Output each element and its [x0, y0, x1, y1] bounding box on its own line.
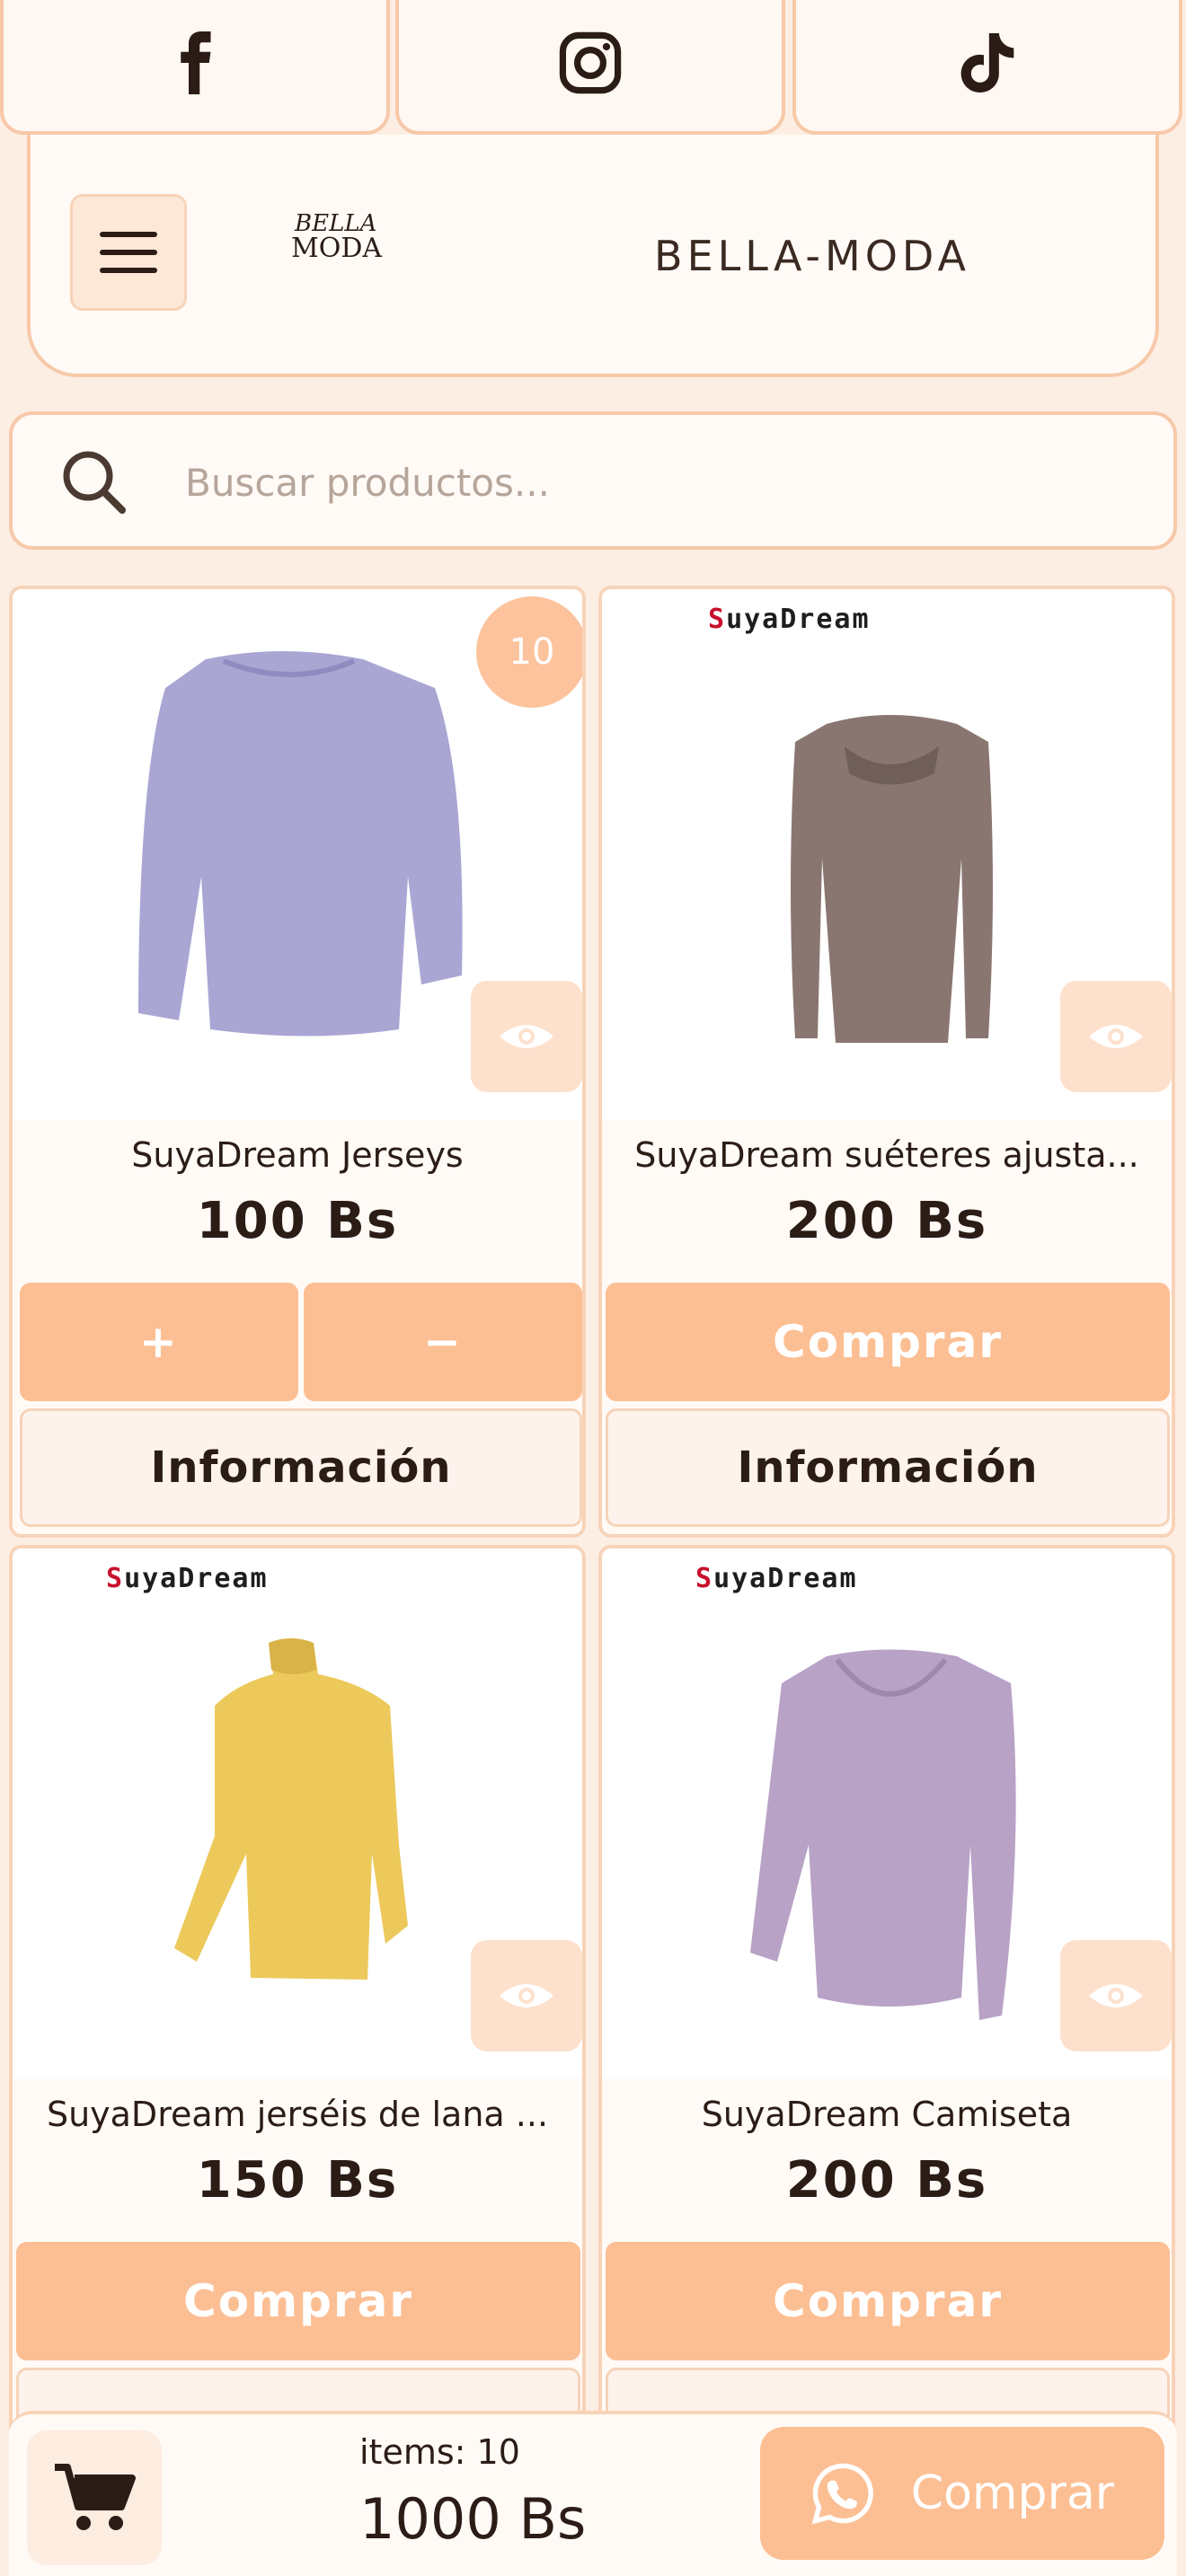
product-card: SuyaDream SuyaDream jerséis de lana ... … — [9, 1545, 586, 2497]
instagram-link[interactable] — [395, 0, 785, 135]
buy-button[interactable]: Comprar — [606, 1283, 1170, 1401]
view-button[interactable] — [471, 1940, 582, 2051]
cart-icon — [55, 2464, 136, 2530]
view-button[interactable] — [1060, 981, 1172, 1092]
hamburger-icon — [100, 232, 157, 273]
search-icon — [63, 451, 126, 514]
increase-button[interactable]: + — [20, 1283, 298, 1401]
menu-button[interactable] — [70, 194, 187, 311]
product-name: SuyaDream Jerseys — [131, 1135, 464, 1175]
product-price: 200 Bs — [785, 2151, 988, 2210]
eye-icon — [500, 1984, 553, 2007]
brand-logo[interactable]: BELLA MODA — [291, 212, 390, 293]
product-image[interactable]: SuyaDream — [602, 1548, 1172, 2078]
product-brand-mark: SuyaDream — [106, 1563, 269, 1594]
product-image[interactable]: 10 — [13, 589, 582, 1119]
quantity-badge: 10 — [476, 596, 582, 708]
tiktok-link[interactable] — [792, 0, 1182, 135]
info-button[interactable]: Información — [606, 1408, 1170, 1527]
instagram-icon — [559, 31, 622, 94]
product-brand-mark: SuyaDream — [695, 1563, 858, 1594]
logo-line-2: MODA — [291, 233, 383, 264]
site-header: BELLA MODA BELLA-MODA — [27, 135, 1159, 377]
product-image[interactable]: SuyaDream — [602, 589, 1172, 1119]
cart-total: 1000 Bs — [359, 2486, 587, 2552]
social-bar — [0, 0, 1186, 139]
whatsapp-icon — [811, 2463, 873, 2525]
facebook-icon — [181, 31, 211, 94]
tiktok-icon — [960, 33, 1014, 93]
view-button[interactable] — [471, 981, 582, 1092]
buy-button[interactable]: Comprar — [606, 2242, 1170, 2360]
eye-icon — [1089, 1025, 1143, 1048]
product-name: SuyaDream jerséis de lana ... — [46, 2095, 549, 2134]
search-input[interactable] — [183, 442, 1139, 523]
brand-title: BELLA-MODA — [654, 232, 970, 280]
product-brand-mark: SuyaDream — [708, 604, 871, 635]
search-bar — [9, 411, 1177, 550]
facebook-link[interactable] — [0, 0, 390, 135]
checkout-label: Comprar — [910, 2466, 1115, 2520]
whatsapp-checkout-button[interactable]: Comprar — [760, 2427, 1164, 2560]
product-price: 150 Bs — [196, 2151, 399, 2210]
product-price: 200 Bs — [785, 1192, 988, 1250]
product-name: SuyaDream Camiseta — [701, 2095, 1073, 2134]
product-name: SuyaDream suéteres ajusta... — [634, 1135, 1139, 1175]
cart-items-count: items: 10 — [359, 2432, 520, 2472]
buy-button[interactable]: Comprar — [16, 2242, 580, 2360]
decrease-button[interactable]: − — [304, 1283, 582, 1401]
product-card: 10 SuyaDream Jerseys 100 Bs + − Informac… — [9, 586, 586, 1538]
product-card: SuyaDream SuyaDream suéteres ajusta... 2… — [598, 586, 1175, 1538]
view-button[interactable] — [1060, 1940, 1172, 2051]
cart-button[interactable] — [27, 2430, 162, 2565]
info-button[interactable]: Información — [20, 1408, 582, 1527]
product-image[interactable]: SuyaDream — [13, 1548, 582, 2078]
cart-bar: items: 10 1000 Bs Comprar — [9, 2411, 1177, 2576]
product-price: 100 Bs — [196, 1192, 399, 1250]
product-card: SuyaDream SuyaDream Camiseta 200 Bs Comp… — [598, 1545, 1175, 2497]
eye-icon — [500, 1025, 553, 1048]
eye-icon — [1089, 1984, 1143, 2007]
